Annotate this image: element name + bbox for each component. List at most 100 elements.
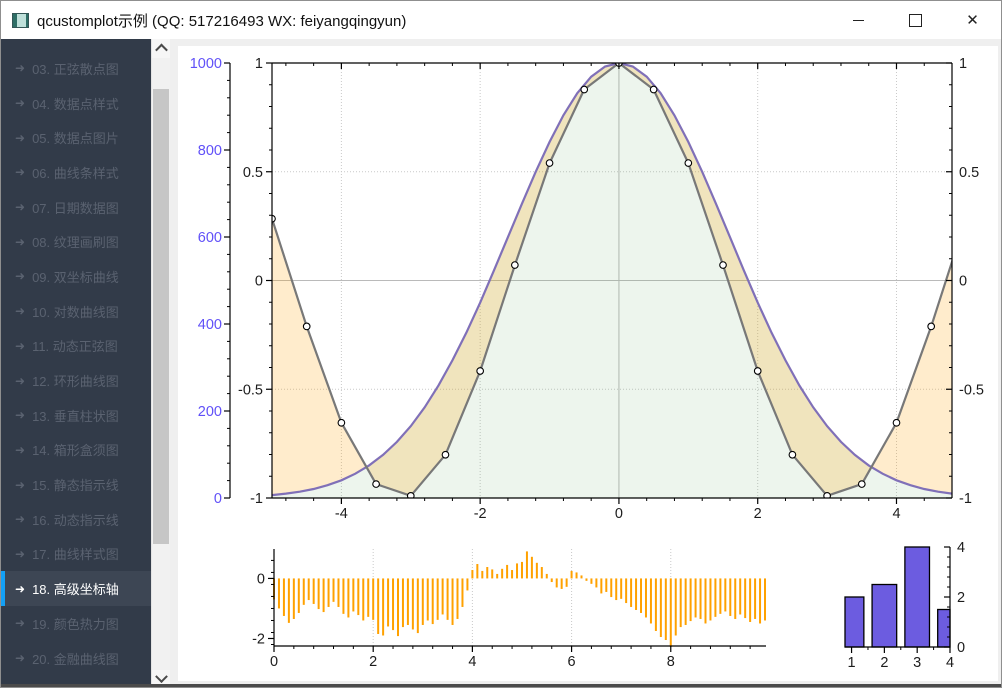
arrow-icon: ➜ (15, 547, 25, 561)
bar (938, 610, 950, 648)
svg-text:0: 0 (270, 654, 278, 670)
window-controls: ✕ (830, 1, 1001, 39)
close-button[interactable]: ✕ (944, 1, 1001, 39)
svg-text:2: 2 (957, 590, 965, 606)
plot-page: -4-2024110.50.500-0.5-0.5-1-102004006008… (170, 39, 1002, 688)
sidebar-item-08[interactable]: ➜08. 纹理画刷图 (1, 224, 151, 259)
sidebar-item-04[interactable]: ➜04. 数据点样式 (1, 86, 151, 121)
sidebar-item-12[interactable]: ➜12. 环形曲线图 (1, 363, 151, 398)
selected-accent-bar (1, 224, 5, 259)
scrollbar-thumb[interactable] (153, 89, 169, 544)
sidebar-scrollbar[interactable] (151, 39, 170, 688)
sidebar-item-10[interactable]: ➜ 10. 对数曲线图 (1, 294, 151, 329)
sidebar-item-label: 18. 高级坐标轴 (32, 579, 119, 598)
svg-text:2: 2 (754, 506, 762, 522)
selected-accent-bar (1, 155, 5, 190)
selected-accent-bar (1, 51, 5, 86)
svg-text:800: 800 (198, 143, 222, 159)
sidebar-item-17[interactable]: ➜ 17. 曲线样式图 (1, 537, 151, 572)
maximize-button[interactable] (887, 1, 944, 39)
scroll-up-button[interactable] (152, 39, 170, 58)
svg-text:0: 0 (959, 274, 967, 290)
svg-text:4: 4 (468, 654, 476, 670)
app-icon (12, 13, 29, 28)
svg-text:0: 0 (957, 640, 965, 656)
sidebar-item-label: 09. 双坐标曲线 (32, 267, 119, 286)
selected-accent-bar (1, 433, 5, 468)
arrow-icon: ➜ (15, 582, 25, 596)
arrow-icon: ➜ (15, 304, 25, 318)
svg-text:0: 0 (257, 571, 265, 587)
svg-text:0: 0 (615, 506, 623, 522)
sidebar-item-label: 17. 曲线样式图 (32, 544, 119, 563)
selected-accent-bar (1, 294, 5, 329)
svg-text:400: 400 (198, 317, 222, 333)
selected-accent-bar (1, 86, 5, 121)
sidebar-item-label: 11. 动态正弦图 (32, 336, 118, 355)
selected-accent-bar (1, 502, 5, 537)
svg-text:4: 4 (892, 506, 900, 522)
sidebar-item-19[interactable]: ➜19. 颜色热力图 (1, 606, 151, 641)
svg-text:-2: -2 (252, 631, 265, 647)
svg-text:2: 2 (880, 655, 888, 671)
minimize-button[interactable] (830, 1, 887, 39)
app-window: qcustomplot示例 (QQ: 517216493 WX: feiyang… (0, 0, 1002, 688)
sidebar-item-label: 15. 静态指示线 (32, 475, 119, 494)
arrow-icon: ➜ (15, 131, 25, 145)
selected-accent-bar (1, 467, 5, 502)
sidebar-item-13[interactable]: ➜13. 垂直柱状图 (1, 398, 151, 433)
sidebar-item-label: 10. 对数曲线图 (32, 302, 119, 321)
sidebar-item-label: 14. 箱形盒须图 (32, 440, 119, 459)
svg-text:4: 4 (957, 540, 965, 556)
svg-text:1: 1 (959, 56, 967, 72)
sidebar-item-09[interactable]: ➜09. 双坐标曲线 (1, 259, 151, 294)
sidebar-item-20[interactable]: ➜20. 金融曲线图 (1, 641, 151, 676)
sidebar-item-11[interactable]: ➜11. 动态正弦图 (1, 329, 151, 364)
sidebar-item-05[interactable]: ➜05. 数据点图片 (1, 120, 151, 155)
sidebar-item-18[interactable]: ➜ 18. 高级坐标轴 (1, 571, 151, 606)
arrow-icon: ➜ (15, 616, 25, 630)
svg-text:200: 200 (198, 404, 222, 420)
window-title: qcustomplot示例 (QQ: 517216493 WX: feiyang… (37, 10, 406, 31)
sidebar-item-06[interactable]: ➜06. 曲线条样式 (1, 155, 151, 190)
svg-text:-0.5: -0.5 (959, 382, 984, 398)
minimize-icon (853, 20, 864, 21)
qcustomplot-canvas[interactable]: -4-2024110.50.500-0.5-0.5-1-102004006008… (170, 39, 1002, 688)
selected-accent-bar (1, 571, 5, 606)
sidebar: ➜03. 正弦散点图➜04. 数据点样式➜05. 数据点图片➜06. 曲线条样式… (1, 39, 151, 688)
selected-accent-bar (1, 606, 5, 641)
svg-text:0: 0 (255, 274, 263, 290)
svg-text:-4: -4 (335, 506, 348, 522)
arrow-icon: ➜ (15, 443, 25, 457)
sidebar-item-15[interactable]: ➜ 15. 静态指示线 (1, 467, 151, 502)
selected-accent-bar (1, 398, 5, 433)
arrow-icon: ➜ (15, 374, 25, 388)
svg-text:4: 4 (946, 655, 954, 671)
maximize-icon (909, 14, 922, 27)
bar-subplot: 4201234 (845, 540, 965, 671)
selected-accent-bar (1, 259, 5, 294)
sidebar-item-07[interactable]: ➜07. 日期数据图 (1, 190, 151, 225)
sidebar-item-14[interactable]: ➜ 14. 箱形盒须图 (1, 433, 151, 468)
bar (872, 585, 897, 648)
svg-text:1000: 1000 (190, 56, 222, 72)
selected-accent-bar (1, 120, 5, 155)
selected-accent-bar (1, 329, 5, 364)
main-graphs (269, 60, 969, 499)
svg-text:3: 3 (913, 655, 921, 671)
svg-text:8: 8 (667, 654, 675, 670)
sidebar-item-03[interactable]: ➜03. 正弦散点图 (1, 51, 151, 86)
sidebar-item-16[interactable]: ➜16. 动态指示线 (1, 502, 151, 537)
selected-accent-bar (1, 363, 5, 398)
svg-text:2: 2 (369, 654, 377, 670)
chevron-down-icon (155, 670, 168, 683)
arrow-icon: ➜ (15, 651, 25, 665)
arrow-icon: ➜ (15, 478, 25, 492)
selected-accent-bar (1, 537, 5, 572)
bar (905, 547, 930, 647)
arrow-icon: ➜ (15, 235, 25, 249)
sidebar-item-label: 16. 动态指示线 (32, 510, 119, 529)
arrow-icon: ➜ (15, 96, 25, 110)
bar (845, 597, 864, 647)
svg-text:-1: -1 (250, 491, 263, 507)
